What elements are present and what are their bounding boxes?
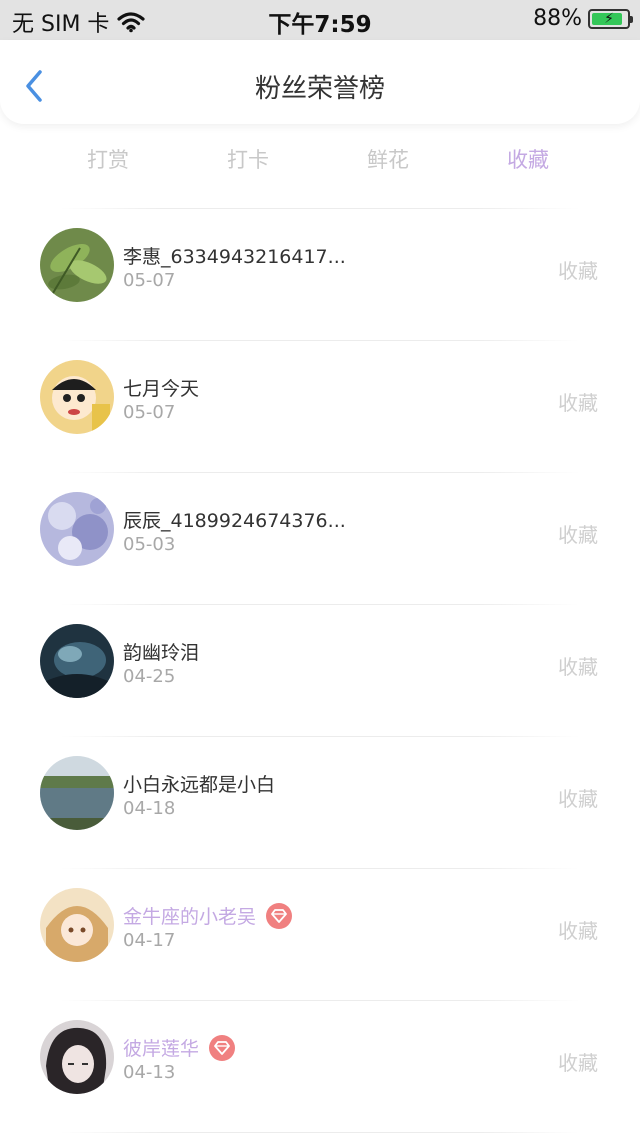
charging-bolt-icon: ⚡ <box>604 10 614 27</box>
action-label: 收藏 <box>558 391 598 415</box>
user-name-text: 辰辰_4189924674376... <box>123 510 346 532</box>
action-label: 收藏 <box>558 655 598 679</box>
status-right: 88% ⚡ <box>533 6 633 31</box>
action-label: 收藏 <box>558 259 598 283</box>
tab-bar: 打赏 打卡 鲜花 收藏 <box>0 130 640 186</box>
list-item[interactable]: 小白永远都是小白 04-18 收藏 <box>0 736 640 868</box>
diamond-vip-icon <box>266 902 293 929</box>
user-name-text: 金牛座的小老吴 <box>123 906 257 928</box>
diamond-vip-icon <box>209 1034 236 1061</box>
tab-flowers[interactable]: 鲜花 <box>318 144 458 174</box>
user-name-text: 韵幽玲泪 <box>123 642 200 664</box>
page-title: 粉丝荣誉榜 <box>254 74 385 104</box>
tab-checkin[interactable]: 打卡 <box>178 144 318 174</box>
divider <box>60 340 580 341</box>
list-item[interactable]: 李惠_6334943216417... 05-07 收藏 <box>0 208 640 340</box>
list-item[interactable]: 彼岸莲华 04-13 收藏 <box>0 1000 640 1132</box>
divider <box>60 1132 580 1133</box>
battery-cap <box>630 15 633 23</box>
user-name-text: 七月今天 <box>123 378 200 400</box>
list-end <box>0 1132 640 1136</box>
action-label: 收藏 <box>558 787 598 811</box>
list-item[interactable]: 韵幽玲泪 04-25 收藏 <box>0 604 640 736</box>
status-bar: 无 SIM 卡 下午7:59 88% ⚡ <box>0 0 640 40</box>
avatar[interactable] <box>40 228 114 302</box>
action-label: 收藏 <box>558 523 598 547</box>
user-name: 辰辰_4189924674376... <box>123 506 346 533</box>
user-name: 金牛座的小老吴 <box>123 902 293 929</box>
avatar[interactable] <box>40 624 114 698</box>
user-date: 05-03 <box>123 534 176 555</box>
user-name-text: 彼岸莲华 <box>123 1038 200 1060</box>
list-item[interactable]: 金牛座的小老吴 04-17 收藏 <box>0 868 640 1000</box>
list-item[interactable]: 七月今天 05-07 收藏 <box>0 340 640 472</box>
list-item[interactable]: 辰辰_4189924674376... 05-03 收藏 <box>0 472 640 604</box>
divider <box>60 472 580 473</box>
battery-percent: 88% <box>533 6 582 31</box>
user-name: 韵幽玲泪 <box>123 638 199 665</box>
user-date: 04-25 <box>123 666 176 687</box>
user-date: 05-07 <box>123 402 176 423</box>
user-date: 04-17 <box>123 930 176 951</box>
action-label: 收藏 <box>558 1051 598 1075</box>
user-name: 李惠_6334943216417... <box>123 242 346 269</box>
avatar[interactable] <box>40 888 114 962</box>
divider <box>60 736 580 737</box>
tab-favorites[interactable]: 收藏 <box>458 144 598 174</box>
avatar[interactable] <box>40 756 114 830</box>
user-date: 04-18 <box>123 798 176 819</box>
user-name-text: 小白永远都是小白 <box>123 774 276 796</box>
tab-reward[interactable]: 打赏 <box>38 144 178 174</box>
divider <box>60 208 580 209</box>
avatar[interactable] <box>40 360 114 434</box>
divider <box>60 1000 580 1001</box>
battery-icon: ⚡ <box>588 8 633 29</box>
user-date: 04-13 <box>123 1062 176 1083</box>
avatar[interactable] <box>40 1020 114 1094</box>
user-name-text: 李惠_6334943216417... <box>123 246 346 268</box>
user-name: 小白永远都是小白 <box>123 770 275 797</box>
nav-bar: 粉丝荣誉榜 <box>0 40 640 124</box>
user-date: 05-07 <box>123 270 176 291</box>
avatar[interactable] <box>40 492 114 566</box>
divider <box>60 868 580 869</box>
divider <box>60 604 580 605</box>
action-label: 收藏 <box>558 919 598 943</box>
user-name: 七月今天 <box>123 374 199 401</box>
user-name: 彼岸莲华 <box>123 1034 236 1061</box>
